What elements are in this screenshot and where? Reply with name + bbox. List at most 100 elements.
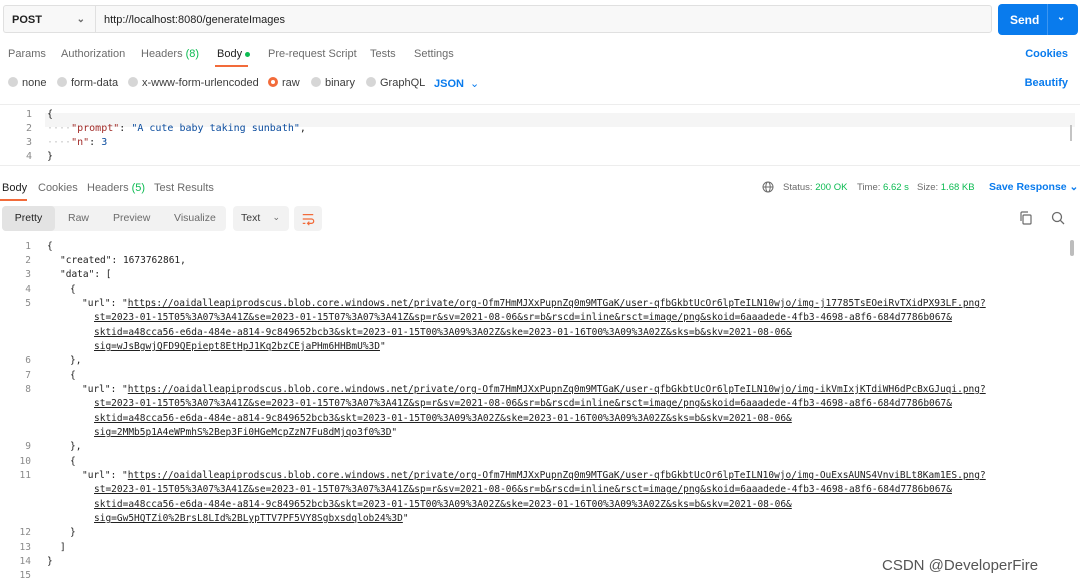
view-preview[interactable]: Preview [113,212,150,224]
radio-none[interactable]: none [8,77,46,89]
radio-urlencoded-label: x-www-form-urlencoded [142,77,259,89]
request-body-editor[interactable]: 1 2 3 4 { ····"prompt": "A cute baby tak… [0,104,1080,166]
url-link[interactable]: sktid=a48cca56-e6da-484e-a814-9c849652bc… [94,413,792,424]
json-brace: }, [70,441,82,452]
response-body-viewer[interactable]: 1 2 3 4 5 6 7 8 9 10 11 12 13 14 15 { "c… [0,238,1080,586]
tab-response-body[interactable]: Body [2,182,27,194]
json-line-url: "url": "https://oaidalleapiprodscus.blob… [82,298,986,309]
view-raw[interactable]: Raw [68,212,89,224]
line-number: 15 [19,570,31,581]
beautify-link[interactable]: Beautify [1025,77,1068,89]
json-line-created: "created": 1673762861, [60,255,186,266]
url-link[interactable]: sktid=a48cca56-e6da-484e-a814-9c849652bc… [94,499,792,510]
radio-selected-icon [268,77,278,87]
code-line: ····"n": 3 [47,137,108,148]
line-number: 3 [25,269,31,280]
chevron-down-icon: ⌄ [272,212,280,222]
tab-settings[interactable]: Settings [414,48,454,60]
cookies-link[interactable]: Cookies [1025,48,1068,60]
tab-body[interactable]: Body [217,48,251,60]
json-number: 1673762861 [122,255,181,266]
request-url-bar: POST ⌄ http://localhost:8080/generateIma… [0,0,1080,40]
line-number: 9 [25,441,31,452]
size-info: Size: 1.68 KB [917,182,975,193]
status-info: Status: 200 OK [783,182,847,193]
copy-icon[interactable] [1018,210,1034,226]
url-link[interactable]: st=2023-01-15T05%3A07%3A41Z&se=2023-01-1… [94,484,952,495]
tab-tests[interactable]: Tests [370,48,396,60]
line-number: 1 [25,241,31,252]
radio-raw-label: raw [282,77,300,89]
json-key: "prompt" [71,123,120,134]
tab-response-headers[interactable]: Headers (5) [87,182,145,194]
size-label: Size: [917,182,939,193]
request-tabs: Params Authorization Headers (8) Body Pr… [0,44,1080,67]
tab-headers[interactable]: Headers (8) [141,48,199,60]
url-link[interactable]: https://oaidalleapiprodscus.blob.core.wi… [128,298,986,309]
radio-none-label: none [22,77,47,89]
response-format-select[interactable]: Text ⌄ [233,206,289,231]
modified-dot-icon [245,51,251,57]
radio-binary-label: binary [325,77,355,89]
line-number: 1 [25,109,32,120]
tab-params[interactable]: Params [8,48,46,60]
globe-icon[interactable] [762,181,774,193]
response-scrollbar[interactable] [1070,240,1074,256]
chevron-down-icon: ⌄ [76,14,85,25]
json-line-url: "url": "https://oaidalleapiprodscus.blob… [82,384,986,395]
radio-raw[interactable]: raw [268,77,300,89]
editor-scrollbar[interactable] [1070,125,1072,141]
url-link[interactable]: sig=wJsBgwjQFD9QEpiept8EtHpJ1Kq2bzCEjaPH… [94,341,380,352]
radio-urlencoded[interactable]: x-www-form-urlencoded [128,77,259,89]
url-input[interactable]: http://localhost:8080/generateImages [95,5,992,33]
line-number: 3 [25,137,32,148]
url-link[interactable]: sig=Gw5HQTZi0%2BrsL8LId%2BLypTTV7PF5VY8S… [94,513,403,524]
json-brace-open: { [47,241,53,252]
send-button[interactable]: Send ⌄ [998,4,1078,35]
tab-headers-count: (8) [185,48,200,60]
radio-graphql[interactable]: GraphQL [366,77,425,89]
tab-response-cookies[interactable]: Cookies [38,182,78,194]
wrap-lines-icon [302,214,315,226]
method-select[interactable]: POST ⌄ [3,5,95,33]
save-response-label: Save Response [989,181,1067,193]
url-link[interactable]: sktid=a48cca56-e6da-484e-a814-9c849652bc… [94,327,792,338]
response-format-label: Text [241,212,261,224]
code-line: ····"prompt": "A cute baby taking sunbat… [47,123,306,134]
radio-form-data[interactable]: form-data [57,77,118,89]
time-info: Time: 6.62 s [857,182,909,193]
chevron-down-icon[interactable]: ⌄ [1057,12,1065,23]
view-visualize[interactable]: Visualize [174,212,216,224]
json-line-url: "url": "https://oaidalleapiprodscus.blob… [82,470,986,481]
save-response-button[interactable]: Save Response ⌄ [989,181,1078,193]
status-label: Status: [783,182,813,193]
url-link[interactable]: https://oaidalleapiprodscus.blob.core.wi… [128,470,986,481]
radio-icon [366,77,376,87]
tab-prerequest-script[interactable]: Pre-request Script [268,48,357,60]
tab-body-label: Body [217,48,243,60]
line-number: 12 [19,527,31,538]
url-link[interactable]: st=2023-01-15T05%3A07%3A41Z&se=2023-01-1… [94,312,952,323]
line-number: 2 [25,255,31,266]
format-select[interactable]: JSON ⌄ [434,77,479,90]
url-link[interactable]: https://oaidalleapiprodscus.blob.core.wi… [128,384,986,395]
method-label: POST [12,14,42,26]
url-link[interactable]: st=2023-01-15T05%3A07%3A41Z&se=2023-01-1… [94,398,952,409]
view-pretty[interactable]: Pretty [2,206,55,231]
wrap-lines-button[interactable] [294,206,322,231]
line-number: 6 [25,355,31,366]
radio-binary[interactable]: binary [311,77,355,89]
tab-authorization[interactable]: Authorization [61,48,125,60]
size-value: 1.68 KB [940,182,975,193]
radio-icon [57,77,67,87]
chevron-down-icon: ⌄ [469,78,480,90]
tab-test-results[interactable]: Test Results [154,182,214,194]
json-key: "data" [60,269,95,280]
response-toolbar: Pretty Raw Preview Visualize Text ⌄ [0,206,1080,234]
json-key: "created" [60,255,112,266]
line-number: 8 [25,384,31,395]
radio-icon [128,77,138,87]
search-icon[interactable] [1050,210,1066,226]
url-link[interactable]: sig=2MMb5p1A4eWPmhS%2Bep3Fi0HGeMcpZzN7Fu… [94,427,391,438]
json-line-data: "data": [ [60,269,112,280]
